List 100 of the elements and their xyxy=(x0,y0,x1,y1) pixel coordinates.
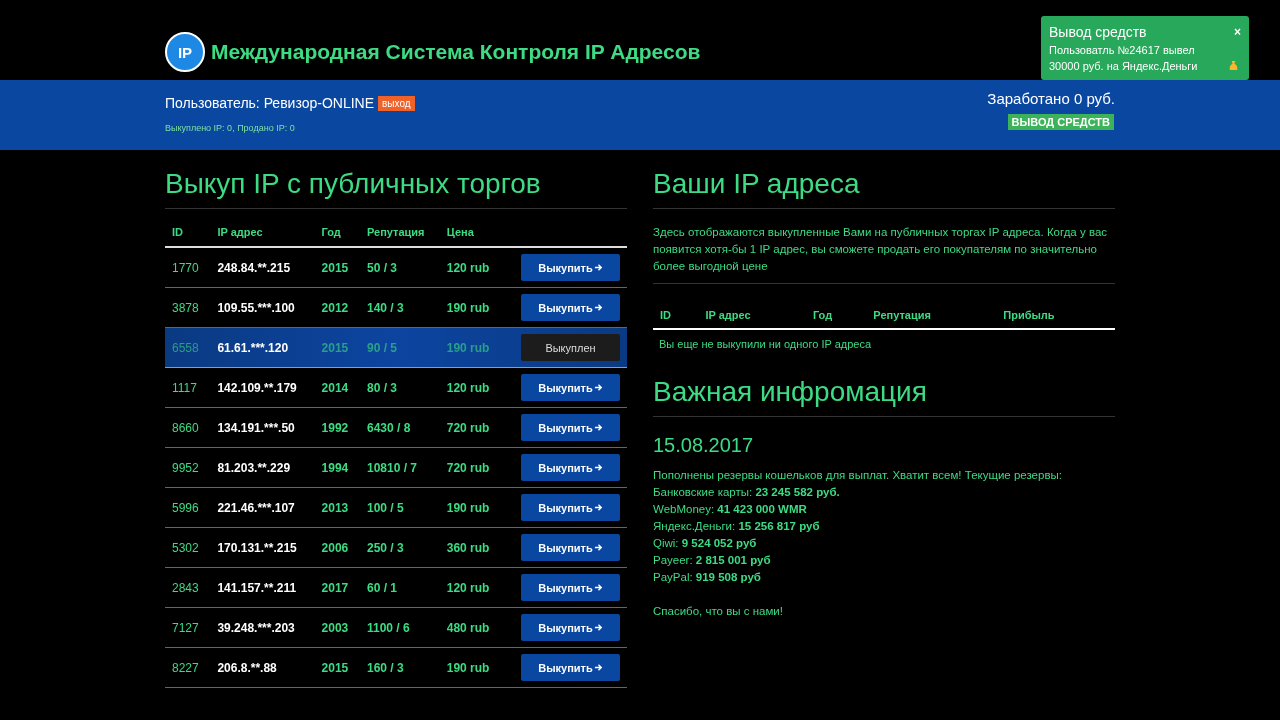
money-bag-icon xyxy=(1228,60,1239,71)
logo-icon: IP xyxy=(165,32,205,72)
table-cell: 60 / 1 xyxy=(359,567,440,608)
table-cell: 9952 xyxy=(165,447,211,488)
table-cell: 2014 xyxy=(314,367,360,408)
arrow-icon xyxy=(593,663,603,672)
table-cell: 1992 xyxy=(314,407,360,448)
table-cell: 39.248.***.203 xyxy=(210,607,315,648)
table-cell: 160 / 3 xyxy=(359,647,440,688)
table-cell: 100 / 5 xyxy=(359,487,440,528)
table-cell: 2015 xyxy=(314,247,360,288)
news-text: Спасибо, что вы с нами! xyxy=(653,604,784,619)
table-cell: 720 rub xyxy=(439,447,503,488)
column-header: IP адрес xyxy=(698,302,806,329)
table-cell: 120 rub xyxy=(439,247,503,288)
buy-button[interactable]: Выкупить xyxy=(521,374,620,401)
earned-amount: Заработано 0 руб. xyxy=(987,90,1115,107)
table-cell: 5996 xyxy=(165,487,211,528)
arrow-icon xyxy=(593,463,603,472)
column-header: IP адрес xyxy=(210,226,315,247)
table-cell: 720 rub xyxy=(439,407,503,448)
section-heading: Важная инфромация xyxy=(653,376,1115,417)
arrow-icon xyxy=(593,423,603,432)
column-header: Цена xyxy=(439,226,503,247)
toast-title: Вывод средств xyxy=(1049,24,1147,40)
section-heading: Ваши IP адреса xyxy=(653,168,1115,209)
table-cell: 1994 xyxy=(314,447,360,488)
empty-message: Вы еще не выкупили ни одного IP адреса xyxy=(659,338,872,350)
buy-button[interactable]: Выкупить xyxy=(521,294,620,321)
column-header: Год xyxy=(805,302,867,329)
arrow-icon xyxy=(593,263,603,272)
table-cell: 81.203.**.229 xyxy=(210,447,315,488)
table-cell: 90 / 5 xyxy=(359,327,440,368)
table-cell: 2843 xyxy=(165,567,211,608)
buy-button[interactable]: Выкупить xyxy=(521,454,620,481)
table-cell: 2015 xyxy=(314,647,360,688)
bought-button[interactable]: Выкуплен xyxy=(521,334,620,361)
column-header: Репутация xyxy=(866,302,997,329)
user-stats: Выкуплено IP: 0, Продано IP: 0 xyxy=(165,123,296,133)
toast-message: Пользоватль №24617 вывел 30000 руб. на Яндекс.Деньги xyxy=(1049,43,1199,74)
column-header: Год xyxy=(314,226,360,247)
table-cell: 2012 xyxy=(314,287,360,328)
table-cell: 190 rub xyxy=(439,327,503,368)
table-cell: 2003 xyxy=(314,607,360,648)
column-header: Репутация xyxy=(359,226,440,247)
news-date: 15.08.2017 xyxy=(653,434,755,457)
reserve-line: Payeer: 2 815 001 руб xyxy=(653,553,772,568)
table-cell: 6430 / 8 xyxy=(359,407,440,448)
buy-button[interactable]: Выкупить xyxy=(521,534,620,561)
table-cell: 250 / 3 xyxy=(359,527,440,568)
table-cell: 170.131.**.215 xyxy=(210,527,315,568)
table-cell: 206.8.**.88 xyxy=(210,647,315,688)
reserve-line: Qiwi: 9 524 052 руб xyxy=(653,536,758,551)
table-cell: 109.55.***.100 xyxy=(210,287,315,328)
buy-button[interactable]: Выкупить xyxy=(521,414,620,441)
reserve-line: WebMoney: 41 423 000 WMR xyxy=(653,502,808,517)
table-cell: 2013 xyxy=(314,487,360,528)
table-cell: 2015 xyxy=(314,327,360,368)
table-cell: 142.109.**.179 xyxy=(210,367,315,408)
buy-button[interactable]: Выкупить xyxy=(521,654,620,681)
table-cell: 80 / 3 xyxy=(359,367,440,408)
table-cell: 120 rub xyxy=(439,567,503,608)
column-header: ID xyxy=(653,302,699,329)
news-text: Пополнены резервы кошельков для выплат. Хватит всем! Текущие резервы: xyxy=(653,468,1063,483)
user-name: Пользователь: Ревизор-ONLINE xyxy=(165,95,374,111)
arrow-icon xyxy=(593,303,603,312)
arrow-icon xyxy=(593,623,603,632)
buy-button[interactable]: Выкупить xyxy=(521,614,620,641)
buy-button[interactable]: Выкупить xyxy=(521,494,620,521)
table-cell: 1100 / 6 xyxy=(359,607,440,648)
column-header: ID xyxy=(165,226,211,247)
reserve-line: PayPal: 919 508 руб xyxy=(653,570,762,585)
table-cell: 360 rub xyxy=(439,527,503,568)
table-cell: 141.157.**.211 xyxy=(210,567,315,608)
table-cell: 2006 xyxy=(314,527,360,568)
table-cell: 221.46.***.107 xyxy=(210,487,315,528)
table-cell: 3878 xyxy=(165,287,211,328)
section-heading: Выкуп IP с публичных торгов xyxy=(165,168,627,209)
arrow-icon xyxy=(593,383,603,392)
reserve-line: Банковские карты: 23 245 582 руб. xyxy=(653,485,841,500)
buy-button[interactable]: Выкупить xyxy=(521,574,620,601)
table-cell: 10810 / 7 xyxy=(359,447,440,488)
arrow-icon xyxy=(593,543,603,552)
table-cell: 61.61.***.120 xyxy=(210,327,315,368)
table-cell: 120 rub xyxy=(439,367,503,408)
table-cell: 2017 xyxy=(314,567,360,608)
table-cell: 6558 xyxy=(165,327,211,368)
arrow-icon xyxy=(593,503,603,512)
table-cell: 248.84.**.215 xyxy=(210,247,315,288)
table-cell: 140 / 3 xyxy=(359,287,440,328)
table-cell: 8227 xyxy=(165,647,211,688)
reserve-line: Яндекс.Деньги: 15 256 817 руб xyxy=(653,519,821,534)
table-cell: 190 rub xyxy=(439,647,503,688)
table-cell: 7127 xyxy=(165,607,211,648)
table-cell: 134.191.***.50 xyxy=(210,407,315,448)
table-cell: 190 rub xyxy=(439,487,503,528)
table-cell: 190 rub xyxy=(439,287,503,328)
arrow-icon xyxy=(593,583,603,592)
column-header: Прибыль xyxy=(996,302,1115,329)
buy-button[interactable]: Выкупить xyxy=(521,254,620,281)
